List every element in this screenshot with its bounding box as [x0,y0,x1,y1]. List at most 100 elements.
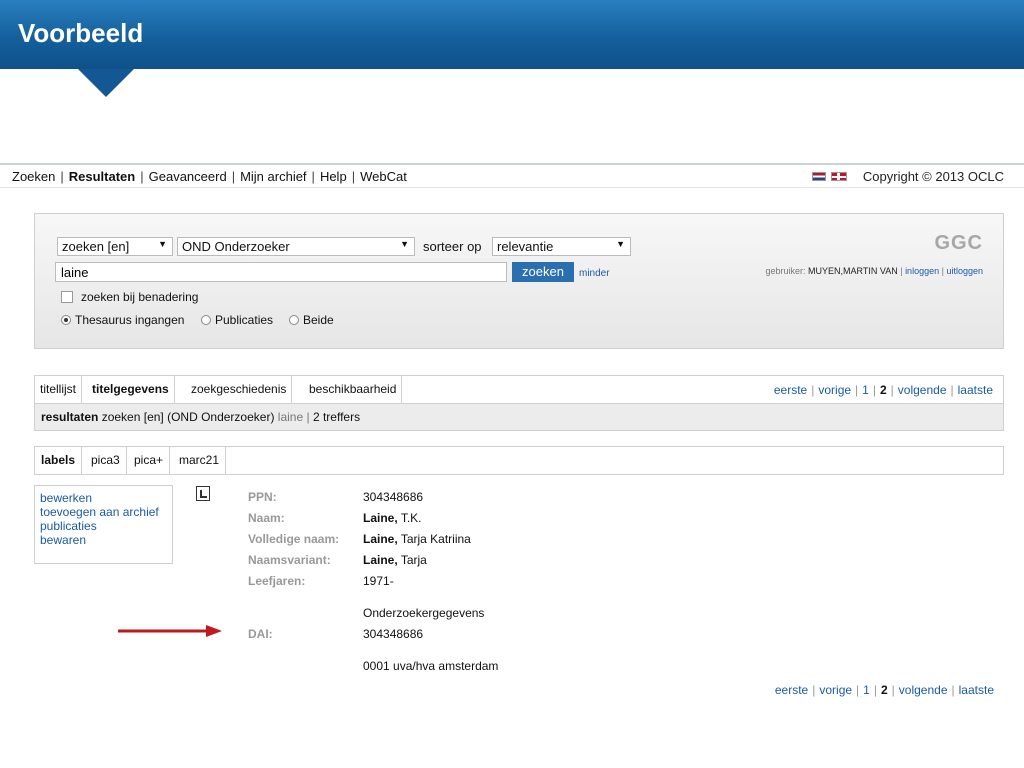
format-tabs: labels pica3 pica+ marc21 [34,446,1004,475]
pager-first[interactable]: eerste [774,383,807,397]
pager-prev[interactable]: vorige [818,383,851,397]
nav-separator: | [351,169,356,184]
nav-resultaten[interactable]: Resultaten [69,169,135,184]
leefjaren-value: 1971- [363,574,394,588]
dai-label: DAI: [248,627,273,641]
nav-links: Zoeken | Resultaten | Geavanceerd | Mijn archi… [12,169,407,184]
pager-last[interactable]: laatste [958,383,993,397]
dutch-flag-icon[interactable] [812,172,826,181]
dropdown-arrow-icon: ▼ [400,239,409,249]
ppn-value: 304348686 [363,490,424,504]
top-nav: Zoeken | Resultaten | Geavanceerd | Mijn archi… [0,165,1024,188]
record-icon[interactable] [196,486,210,501]
volledige-naam-surname: Laine, [363,532,398,546]
nav-webcat[interactable]: WebCat [360,169,407,184]
naam-label: Naam: [248,511,285,525]
nav-geavanceerd[interactable]: Geavanceerd [149,169,227,184]
results-query: zoeken [en] (OND Onderzoeker) [101,410,275,424]
minder-link[interactable]: minder [579,268,610,279]
tab-labels[interactable]: labels [35,447,83,474]
naamsvariant-value: Laine, Tarja [363,553,427,567]
volledige-naam-value: Laine, Tarja Katriina [363,532,471,546]
search-mode-value: zoeken [en] [62,239,130,254]
radio-beide[interactable] [289,315,299,325]
tab-zoekgeschiedenis[interactable]: zoekgeschiedenis [186,376,293,403]
tab-titellijst[interactable]: titellijst [35,376,83,403]
copyright-text: Copyright © 2013 OCLC [862,169,1004,184]
search-input[interactable] [55,262,507,282]
search-field-select[interactable]: OND Onderzoeker ▼ [177,237,415,256]
naam-surname: Laine, [363,511,398,525]
dropdown-arrow-icon: ▼ [616,239,625,249]
search-field-value: OND Onderzoeker [182,239,290,254]
dropdown-arrow-icon: ▼ [158,239,167,249]
volledige-naam-given: Tarja Katriina [400,532,471,546]
nav-mijn-archief[interactable]: Mijn archief [240,169,306,184]
slide-pointer [78,69,134,97]
sort-select[interactable]: relevantie ▼ [492,237,631,256]
results-tabs-panel: titellijst titelgegevens zoekgeschiedeni… [34,375,1004,431]
naamsvariant-surname: Laine, [363,553,398,567]
pager-page-2: 2 [879,383,887,397]
naamsvariant-given: Tarja [400,553,427,567]
dai-value: 304348686 [363,627,424,641]
user-label: gebruiker: [765,266,806,276]
user-name: MUYEN,MARTIN VAN [808,266,898,276]
pager-top: eerste | vorige | 1 | 2 | volgende | laatste [773,383,993,397]
actions-box: bewerken toevoegen aan archief publicati… [34,485,173,564]
naam-value: Laine, T.K. [363,511,421,525]
pager-next[interactable]: volgende [898,383,947,397]
radio-thesaurus-label: Thesaurus ingangen [75,313,185,327]
nav-separator: | [231,169,236,184]
user-info: gebruiker: MUYEN,MARTIN VAN | inloggen |… [765,266,983,276]
tab-pica3[interactable]: pica3 [85,447,127,474]
english-flag-icon[interactable] [831,172,847,181]
action-bewaren[interactable]: bewaren [40,533,167,547]
slide-title: Voorbeeld [18,18,144,48]
slide-header [0,0,1024,69]
pager-prev[interactable]: vorige [819,683,852,697]
leefjaren-label: Leefjaren: [248,574,306,588]
tab-marc21[interactable]: marc21 [173,447,227,474]
results-label: resultaten [41,410,99,424]
logout-link[interactable]: uitloggen [946,266,983,276]
ggc-logo: GGC [934,232,983,254]
nav-separator: | [140,169,144,184]
login-link[interactable]: inloggen [905,266,939,276]
search-mode-select[interactable]: zoeken [en] ▼ [57,237,173,256]
search-panel: zoeken [en] ▼ OND Onderzoeker ▼ sorteer … [34,213,1004,349]
ppn-label: PPN: [248,490,277,504]
radio-publicaties-label: Publicaties [215,313,274,327]
approx-checkbox[interactable] [61,291,73,303]
affiliation-value: 0001 uva/hva amsterdam [363,659,499,673]
tab-pica-plus[interactable]: pica+ [128,447,171,474]
radio-beide-label: Beide [303,313,334,327]
results-count: 2 treffers [312,410,361,424]
pager-page-2: 2 [880,683,888,697]
radio-thesaurus[interactable] [61,315,71,325]
results-summary: resultaten zoeken [en] (OND Onderzoeker)… [35,403,1003,430]
pager-last[interactable]: laatste [959,683,994,697]
tab-titelgegevens[interactable]: titelgegevens [87,376,175,403]
pager-next[interactable]: volgende [899,683,948,697]
nav-separator: | [311,169,315,184]
nav-help[interactable]: Help [320,169,347,184]
pager-page-1[interactable]: 1 [862,383,869,397]
pager-page-1[interactable]: 1 [863,683,870,697]
tab-beschikbaarheid[interactable]: beschikbaarheid [304,376,403,403]
action-toevoegen-archief[interactable]: toevoegen aan archief [40,505,167,519]
action-bewerken[interactable]: bewerken [40,491,167,505]
radio-publicaties[interactable] [201,315,211,325]
search-button[interactable]: zoeken [512,262,574,282]
nav-zoeken[interactable]: Zoeken [12,169,55,184]
tabs-row: titellijst titelgegevens zoekgeschiedeni… [35,376,1003,403]
action-publicaties[interactable]: publicaties [40,519,167,533]
sort-value: relevantie [497,239,554,254]
pager-first[interactable]: eerste [775,683,808,697]
red-arrow-icon [118,625,222,637]
volledige-naam-label: Volledige naam: [248,532,340,546]
onderzoekergegevens-heading: Onderzoekergegevens [363,606,485,620]
results-term: laine [277,410,304,424]
naam-initials: T.K. [400,511,422,525]
naamsvariant-label: Naamsvariant: [248,553,331,567]
